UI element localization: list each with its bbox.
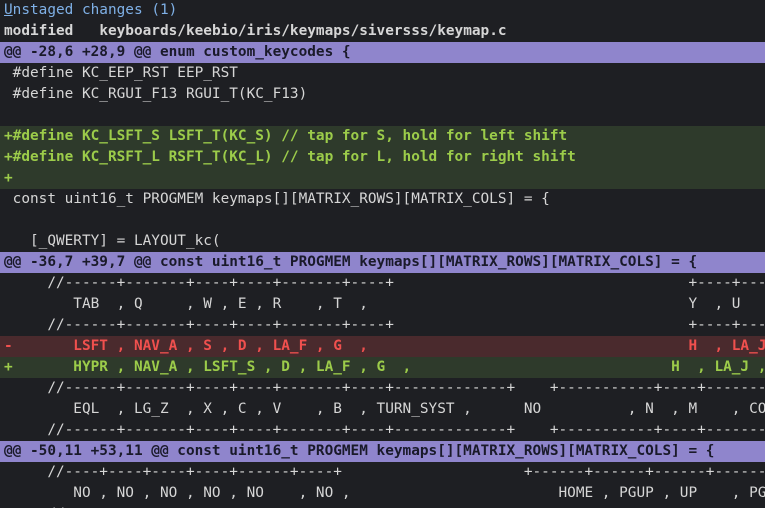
file-path: keyboards/keebio/iris/keymaps/siversss/k…	[99, 23, 507, 39]
context-line	[0, 105, 765, 126]
context-line: //------+-------+----+----+-------+----+…	[4, 422, 765, 438]
context-line: TAB , Q , W , E , R , T , Y , U , I	[4, 296, 765, 312]
removed-line: - LSFT , NAV_A , S , D , LA_F , G , H , …	[0, 336, 765, 357]
added-line: +#define KC_RSFT_L RSFT_T(KC_L) // tap f…	[0, 147, 765, 168]
context-line: [_QWERTY] = LAYOUT_kc(	[4, 233, 221, 249]
added-line: +#define KC_LSFT_S LSFT_T(KC_S) // tap f…	[0, 126, 765, 147]
context-line: //------+-------+----+----+-------+----+…	[47, 275, 765, 291]
hunk-header[interactable]: @@ -28,6 +28,9 @@ enum custom_keycodes {	[0, 42, 765, 63]
modified-label: modified	[4, 23, 74, 39]
context-line: //----+----+----+----+------+----+ +----…	[4, 464, 765, 480]
modified-file-line[interactable]: modified keyboards/keebio/iris/keymaps/s…	[0, 21, 765, 42]
git-diff-view: Unstaged changes (1) modified keyboards/…	[0, 0, 765, 508]
context-line: //------+-------+----+----+-------+----+…	[47, 317, 765, 333]
context-line	[0, 210, 765, 231]
header-first-letter: U	[4, 2, 13, 18]
context-line: EQL , LG_Z , X , C , V , B , TURN_SYST ,…	[4, 401, 765, 417]
hunk-header[interactable]: @@ -36,7 +39,7 @@ const uint16_t PROGMEM…	[0, 252, 765, 273]
context-line: //	[0, 504, 765, 508]
context-line: const uint16_t PROGMEM keymaps[][MATRIX_…	[4, 191, 550, 207]
added-line: + HYPR , NAV_A , LSFT_S , D , LA_F , G ,…	[0, 357, 765, 378]
unstaged-changes-header[interactable]: Unstaged changes (1)	[0, 0, 765, 21]
context-line: NO , NO , NO , NO , NO , NO , HOME , PGU…	[4, 485, 765, 501]
context-line: #define KC_EEP_RST EEP_RST	[4, 65, 238, 81]
header-title: nstaged changes	[12, 2, 143, 18]
hunk-header[interactable]: @@ -50,11 +53,11 @@ const uint16_t PROGM…	[0, 441, 765, 462]
changes-count: (1)	[151, 2, 178, 18]
context-line: #define KC_RGUI_F13 RGUI_T(KC_F13)	[4, 86, 308, 102]
context-line: //------+-------+----+----+-------+----+…	[4, 380, 765, 396]
added-line: +	[0, 168, 765, 189]
